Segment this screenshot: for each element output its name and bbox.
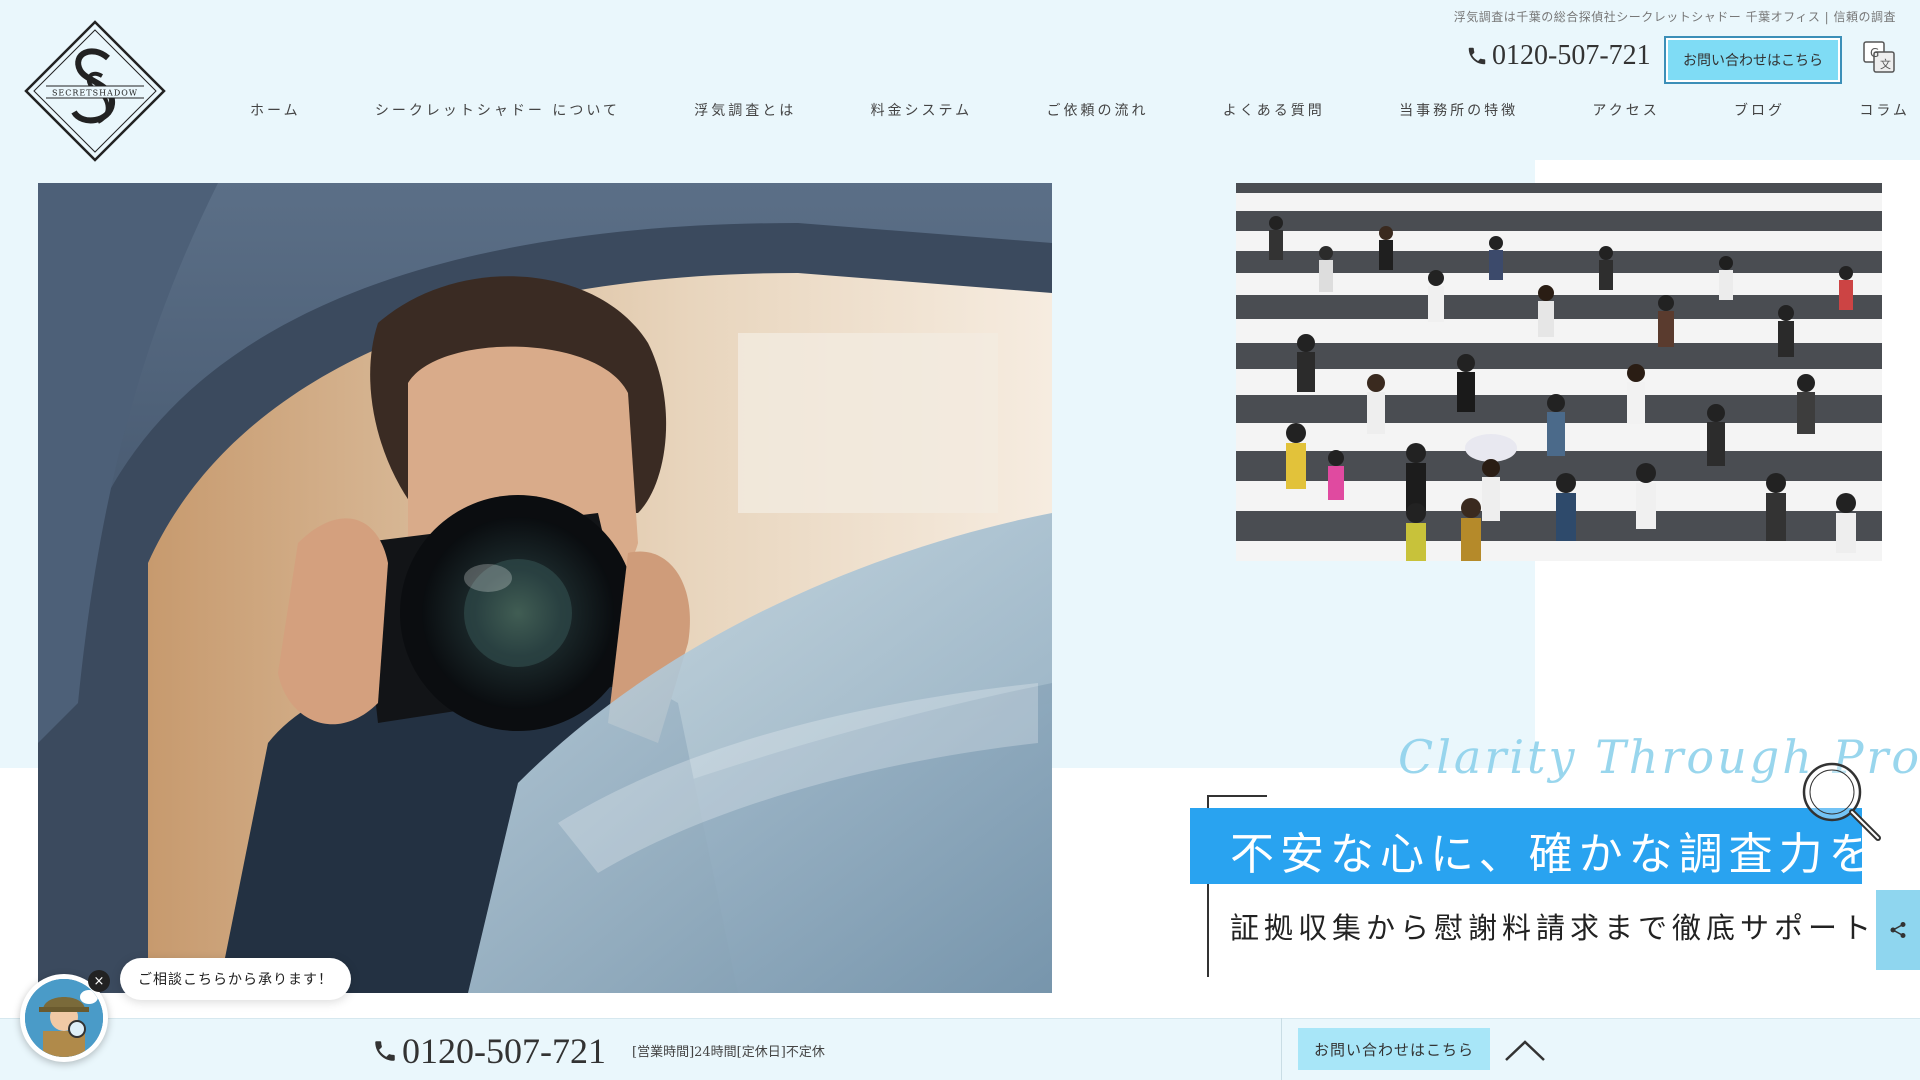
nav-item-flow[interactable]: ご依頼の流れ (1046, 100, 1148, 120)
hero-photo-crowd (1236, 183, 1882, 561)
header-phone[interactable]: 0120-507-721 (1466, 40, 1651, 72)
nav-item-access[interactable]: アクセス (1592, 100, 1659, 120)
svg-text:文: 文 (1880, 57, 1891, 71)
nav-item-features[interactable]: 当事務所の特徴 (1399, 100, 1518, 120)
bottom-contact-bar (0, 1018, 1920, 1080)
bottom-bar-divider (1281, 1018, 1282, 1080)
nav-item-pricing[interactable]: 料金システム (871, 100, 973, 120)
hero-photo-detective (38, 183, 1052, 993)
nav-item-home[interactable]: ホーム (250, 100, 301, 120)
svg-text:G: G (1870, 46, 1879, 60)
site-tagline: 浮気調査は千葉の総合探偵社シークレットシャドー 千葉オフィス | 信頼の調査 (1453, 10, 1896, 24)
header-contact-button[interactable]: お問い合わせはこちら (1664, 36, 1842, 84)
main-nav: ホーム シークレットシャドー について 浮気調査とは 料金システム ご依頼の流れ… (250, 98, 1910, 122)
nav-item-infidelity[interactable]: 浮気調査とは (694, 100, 796, 120)
magnifier-icon (1802, 762, 1881, 841)
hero-sub-catch-text: 証拠収集から慰謝料請求まで徹底サポート (1230, 911, 1877, 945)
hero-catch-text: 不安な心に、確かな調査力を (1230, 829, 1879, 880)
phone-icon (375, 1041, 395, 1061)
hero-frame-line-top (1207, 795, 1267, 797)
site-logo[interactable]: SECRETSHADOW (22, 18, 168, 164)
bottom-contact-button[interactable]: お問い合わせはこちら (1298, 1028, 1490, 1070)
page-top-chevron-up-icon[interactable] (1502, 1036, 1548, 1064)
share-icon (1890, 922, 1906, 938)
logo-text: SECRETSHADOW (52, 89, 138, 98)
chat-prompt-bubble[interactable]: ご相談こちらから承ります！ (120, 958, 351, 1000)
bottom-phone[interactable]: 0120-507-721 (372, 1030, 606, 1072)
nav-item-blog[interactable]: ブログ (1734, 100, 1785, 120)
nav-item-faq[interactable]: よくある質問 (1223, 100, 1325, 120)
detective-avatar-icon (25, 979, 103, 1057)
translate-icon[interactable]: G 文 (1862, 40, 1896, 74)
header-phone-number: 0120-507-721 (1492, 40, 1651, 71)
nav-item-about[interactable]: シークレットシャドー について (375, 100, 620, 120)
bottom-phone-number: 0120-507-721 (402, 1031, 606, 1071)
business-hours: [営業時間]24時間[定休日]不定休 (632, 1045, 825, 1060)
share-button[interactable] (1876, 890, 1920, 970)
phone-icon (1468, 47, 1486, 65)
nav-item-column[interactable]: コラム (1859, 100, 1910, 120)
chat-close-button[interactable]: × (88, 970, 110, 992)
